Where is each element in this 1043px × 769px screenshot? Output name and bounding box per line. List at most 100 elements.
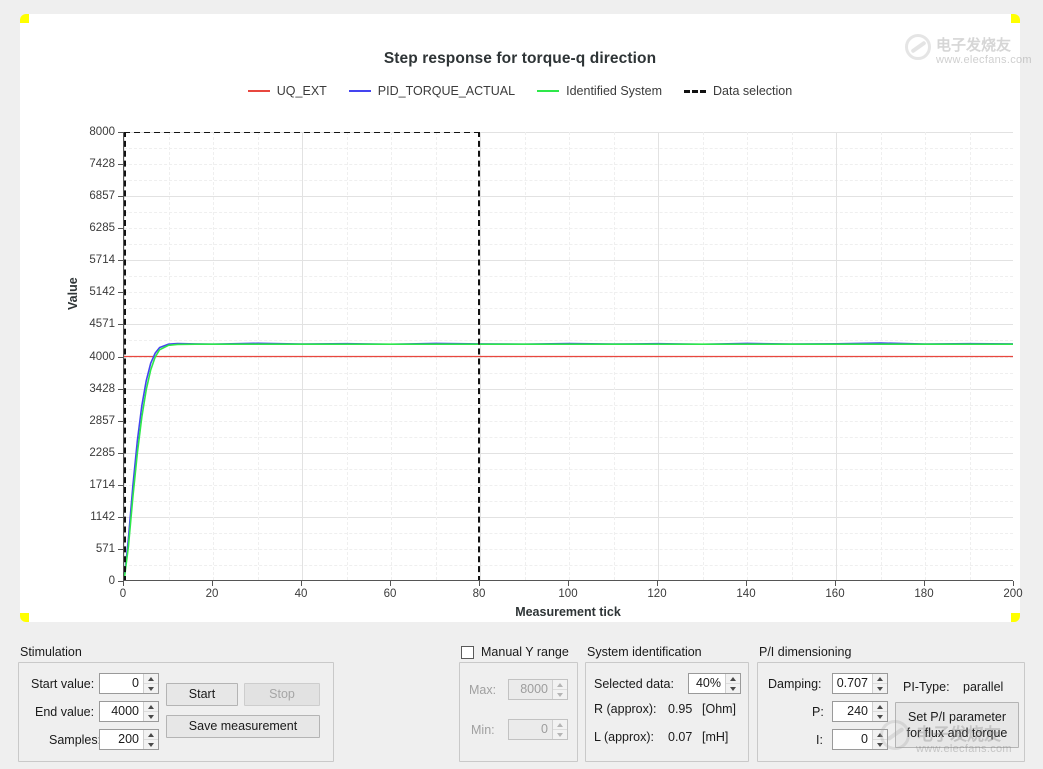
samples-input[interactable]: 200 (100, 730, 143, 749)
save-measurement-button[interactable]: Save measurement (166, 715, 320, 738)
p-gain-stepper[interactable]: 240 (832, 701, 888, 722)
p-gain-arrows[interactable] (872, 702, 887, 721)
samples-label: Samples: (49, 733, 102, 747)
y-tick-mark (118, 356, 123, 358)
x-tick-label: 100 (558, 588, 578, 600)
damping-label: Damping: (768, 677, 822, 691)
manual-y-range-group-box (459, 662, 578, 762)
start-value-input[interactable]: 0 (100, 674, 143, 693)
x-tick-label: 80 (472, 588, 486, 600)
y-tick-label: 3428 (89, 382, 115, 395)
y-max-input[interactable]: 8000 (509, 680, 552, 699)
y-tick-mark (118, 228, 123, 230)
y-min-input[interactable]: 0 (509, 720, 552, 739)
damping-arrows[interactable] (872, 674, 887, 693)
y-tick-label: 1142 (90, 510, 115, 523)
x-tick-mark (657, 581, 658, 586)
i-gain-input[interactable]: 0 (833, 730, 872, 749)
damping-stepper[interactable]: 0.707 (832, 673, 888, 694)
y-max-decrement[interactable] (553, 689, 567, 699)
samples-arrows[interactable] (143, 730, 158, 749)
samples-increment[interactable] (144, 730, 158, 739)
set-pi-parameter-button[interactable]: Set P/I parameter for flux and torque (895, 702, 1019, 748)
x-tick-mark (746, 581, 747, 586)
y-tick-mark (118, 292, 123, 294)
selected-data-increment[interactable] (726, 674, 740, 683)
manual-y-range-checkbox[interactable] (461, 645, 474, 659)
start-value-arrows[interactable] (143, 674, 158, 693)
i-gain-arrows[interactable] (872, 730, 887, 749)
selected-data-input[interactable]: 40% (689, 674, 725, 693)
y-max-increment[interactable] (553, 680, 567, 689)
pi-dimensioning-group-label: P/I dimensioning (759, 645, 852, 659)
x-tick-mark (568, 581, 569, 586)
damping-input[interactable]: 0.707 (833, 674, 872, 693)
y-min-arrows[interactable] (552, 720, 567, 739)
set-pi-parameter-button-line2: for flux and torque (906, 725, 1008, 740)
x-tick-mark (835, 581, 836, 586)
system-identification-group-label: System identification (587, 645, 702, 659)
y-tick-label: 1714 (89, 478, 115, 491)
y-tick-label: 2285 (89, 446, 115, 459)
end-value-input[interactable]: 4000 (100, 702, 143, 721)
chart-card: Step response for torque-q direction UQ_… (20, 14, 1032, 622)
start-button[interactable]: Start (166, 683, 238, 706)
samples-decrement[interactable] (144, 739, 158, 749)
selected-data-stepper[interactable]: 40% (688, 673, 741, 694)
p-gain-input[interactable]: 240 (833, 702, 872, 721)
damping-increment[interactable] (873, 674, 887, 683)
i-gain-increment[interactable] (873, 730, 887, 739)
inductance-unit: [mH] (702, 730, 729, 744)
i-gain-stepper[interactable]: 0 (832, 729, 888, 750)
y-tick-mark (118, 324, 123, 326)
samples-stepper[interactable]: 200 (99, 729, 159, 750)
start-value-stepper[interactable]: 0 (99, 673, 159, 694)
p-gain-label: P: (812, 705, 824, 719)
x-tick-mark (123, 581, 124, 586)
end-value-arrows[interactable] (143, 702, 158, 721)
x-tick-label: 160 (825, 588, 845, 600)
resistance-unit: [Ohm] (702, 702, 737, 716)
p-gain-decrement[interactable] (873, 711, 887, 721)
y-max-arrows[interactable] (552, 680, 567, 699)
p-gain-increment[interactable] (873, 702, 887, 711)
x-tick-mark (1013, 581, 1014, 586)
start-value-decrement[interactable] (144, 683, 158, 693)
y-max-label: Max: (469, 683, 497, 697)
y-min-stepper[interactable]: 0 (508, 719, 568, 740)
y-tick-mark (118, 132, 123, 133)
y-tick-label: 571 (95, 542, 115, 555)
i-gain-decrement[interactable] (873, 739, 887, 749)
x-tick-mark (212, 581, 213, 586)
y-tick-label: 8000 (89, 126, 115, 138)
y-tick-mark (118, 164, 123, 166)
x-axis-title: Measurement tick (515, 605, 621, 619)
pi-type-label: PI-Type: (903, 680, 950, 694)
start-value-increment[interactable] (144, 674, 158, 683)
x-tick-label: 40 (294, 588, 308, 600)
y-min-decrement[interactable] (553, 729, 567, 739)
y-tick-label: 2857 (89, 414, 115, 427)
x-tick-label: 20 (205, 588, 219, 600)
set-pi-parameter-button-line1: Set P/I parameter (908, 710, 1006, 725)
y-tick-mark (118, 516, 123, 518)
end-value-stepper[interactable]: 4000 (99, 701, 159, 722)
y-tick-mark (118, 548, 123, 550)
plot-area[interactable] (123, 132, 1013, 581)
y-tick-mark (118, 484, 123, 486)
y-max-stepper[interactable]: 8000 (508, 679, 568, 700)
pi-type-value: parallel (963, 680, 1004, 694)
end-value-label: End value: (35, 705, 95, 719)
end-value-increment[interactable] (144, 702, 158, 711)
selected-data-label: Selected data: (594, 677, 674, 691)
series-layer (124, 342, 1013, 580)
manual-y-range-label: Manual Y range (481, 645, 569, 659)
series-line-identified-system (124, 343, 1013, 580)
selected-data-arrows[interactable] (725, 674, 740, 693)
damping-decrement[interactable] (873, 683, 887, 693)
y-min-increment[interactable] (553, 720, 567, 729)
selected-data-decrement[interactable] (726, 683, 740, 693)
end-value-decrement[interactable] (144, 711, 158, 721)
manual-y-range-checkbox-row[interactable]: Manual Y range (461, 645, 569, 659)
stop-button[interactable]: Stop (244, 683, 320, 706)
